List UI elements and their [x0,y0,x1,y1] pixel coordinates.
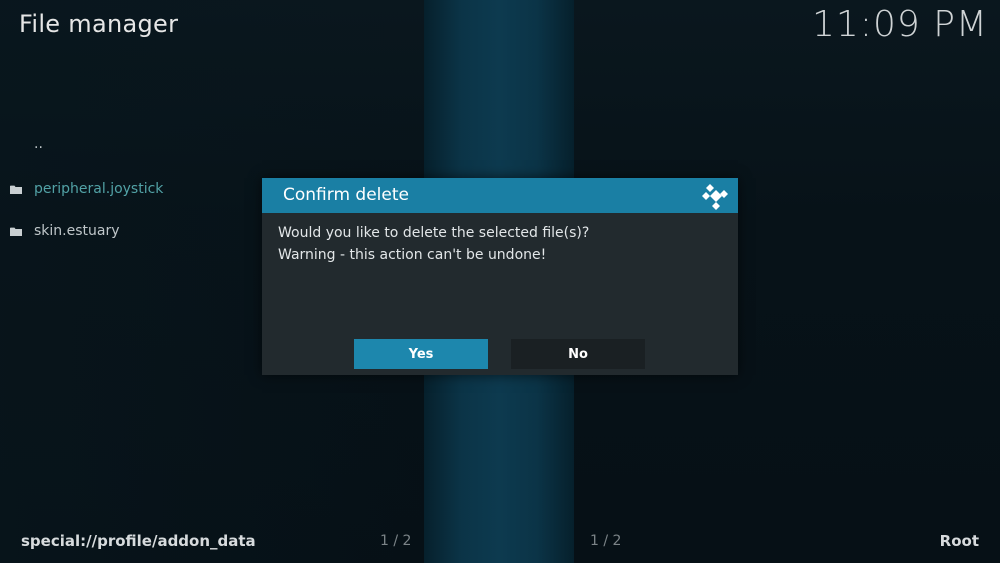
folder-icon [10,227,22,236]
list-item[interactable]: peripheral.joystick [0,168,260,210]
kodi-logo-icon [702,184,728,210]
dialog-warning-line: Warning - this action can't be undone! [278,247,547,263]
list-item-parent[interactable]: .. [0,126,260,168]
folder-icon [10,185,22,194]
no-button[interactable]: No [511,339,645,369]
current-path: special://profile/addon_data [21,532,256,550]
file-list: .. peripheral.joystick skin.estuary [0,126,260,252]
footer: special://profile/addon_data 1 / 2 1 / 2… [0,528,1000,556]
dialog-message-line: Would you like to delete the selected fi… [278,225,590,241]
list-item-label: skin.estuary [34,223,120,239]
page-title: File manager [19,10,179,38]
clock: 11:09 PM [812,4,988,45]
page-indicator-left: 1 / 2 [380,533,412,549]
dialog-title: Confirm delete [283,185,409,205]
confirm-delete-dialog: Confirm delete Would you like to delete … [262,178,738,375]
dialog-message: Would you like to delete the selected fi… [278,222,589,266]
parent-folder-label: .. [34,136,43,152]
kodi-screen: File manager 11:09 PM .. peripheral.joys… [0,0,1000,563]
root-label: Root [939,532,979,550]
yes-button[interactable]: Yes [354,339,488,369]
dialog-header: Confirm delete [262,178,738,213]
list-item[interactable]: skin.estuary [0,210,260,252]
list-item-label: peripheral.joystick [34,181,164,197]
page-indicator-right: 1 / 2 [590,533,622,549]
